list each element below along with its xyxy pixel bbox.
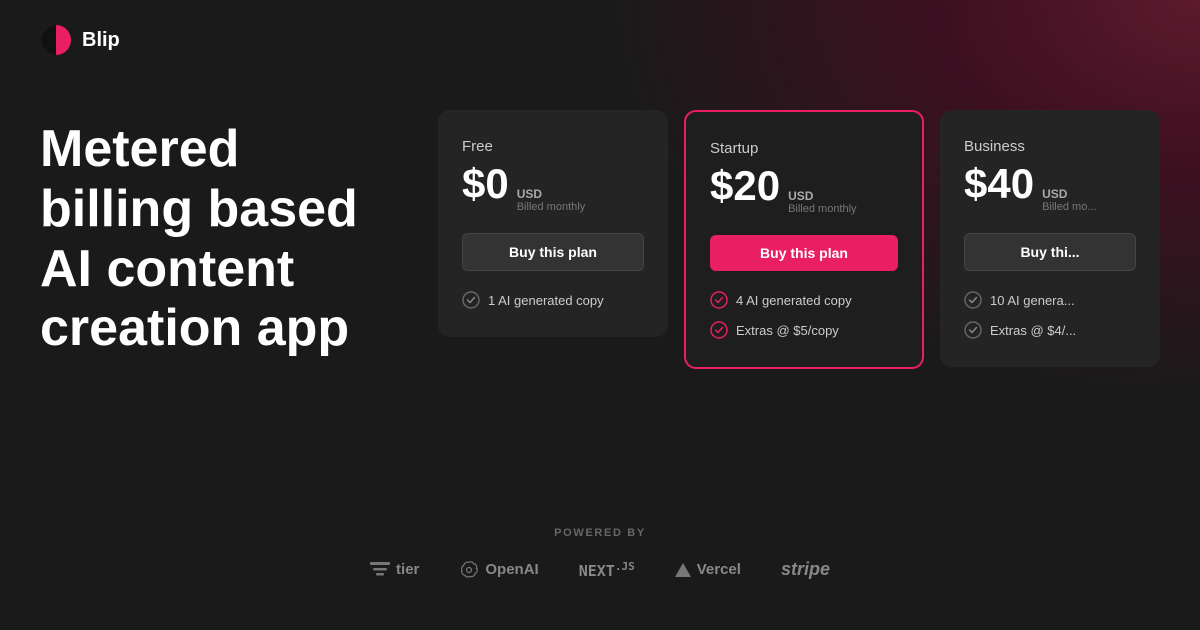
price-amount-free: $0 bbox=[462, 163, 509, 205]
pricing-card-startup: Startup $20 USD Billed monthly Buy this … bbox=[684, 110, 924, 369]
feature-list-free: 1 AI generated copy bbox=[462, 291, 644, 309]
price-currency-free: USD bbox=[517, 187, 585, 201]
price-billing-startup: Billed monthly bbox=[788, 203, 856, 215]
pricing-cards: Free $0 USD Billed monthly Buy this plan… bbox=[438, 110, 1160, 369]
app-name: Blip bbox=[82, 29, 120, 52]
header: Blip bbox=[0, 0, 1200, 80]
pricing-card-business: Business $40 USD Billed mo... Buy thi...… bbox=[940, 110, 1160, 367]
feature-item: 1 AI generated copy bbox=[462, 291, 644, 309]
price-currency-business: USD bbox=[1042, 187, 1096, 201]
hero-title: Metered billing based AI content creatio… bbox=[40, 120, 378, 359]
feature-text: 1 AI generated copy bbox=[488, 293, 604, 308]
brand-openai: OpenAI bbox=[459, 560, 538, 580]
feature-item: Extras @ $4/... bbox=[964, 321, 1136, 339]
powered-by-section: POWERED BY tier OpenAI NEXT.JS bbox=[0, 527, 1200, 580]
check-icon bbox=[964, 291, 982, 309]
price-currency-startup: USD bbox=[788, 189, 856, 203]
tier-label: tier bbox=[396, 561, 419, 578]
tier-icon bbox=[370, 562, 390, 578]
powered-by-logos: tier OpenAI NEXT.JS Vercel stripe bbox=[370, 559, 830, 580]
check-icon bbox=[710, 321, 728, 339]
price-row-free: $0 USD Billed monthly bbox=[462, 163, 644, 213]
feature-list-startup: 4 AI generated copy Extras @ $5/copy bbox=[710, 291, 898, 339]
feature-text: 4 AI generated copy bbox=[736, 293, 852, 308]
openai-icon bbox=[459, 560, 479, 580]
brand-vercel: Vercel bbox=[675, 561, 741, 578]
pricing-card-free: Free $0 USD Billed monthly Buy this plan… bbox=[438, 110, 668, 337]
check-icon bbox=[710, 291, 728, 309]
price-row-startup: $20 USD Billed monthly bbox=[710, 165, 898, 215]
price-meta-startup: USD Billed monthly bbox=[788, 189, 856, 215]
brand-nextjs: NEXT.JS bbox=[579, 560, 635, 580]
plan-name-business: Business bbox=[964, 138, 1136, 155]
feature-item: 4 AI generated copy bbox=[710, 291, 898, 309]
price-amount-startup: $20 bbox=[710, 165, 780, 207]
nextjs-label: NEXT.JS bbox=[579, 560, 635, 580]
buy-button-free[interactable]: Buy this plan bbox=[462, 233, 644, 271]
feature-text: 10 AI genera... bbox=[990, 293, 1075, 308]
check-icon bbox=[964, 321, 982, 339]
feature-text: Extras @ $5/copy bbox=[736, 323, 839, 338]
price-meta-free: USD Billed monthly bbox=[517, 187, 585, 213]
buy-button-business[interactable]: Buy thi... bbox=[964, 233, 1136, 271]
stripe-label: stripe bbox=[781, 559, 830, 580]
feature-list-business: 10 AI genera... Extras @ $4/... bbox=[964, 291, 1136, 339]
brand-tier: tier bbox=[370, 561, 419, 578]
blip-logo-icon bbox=[40, 24, 72, 56]
plan-name-free: Free bbox=[462, 138, 644, 155]
price-amount-business: $40 bbox=[964, 163, 1034, 205]
buy-button-startup[interactable]: Buy this plan bbox=[710, 235, 898, 271]
vercel-label: Vercel bbox=[697, 561, 741, 578]
feature-item: Extras @ $5/copy bbox=[710, 321, 898, 339]
brand-stripe: stripe bbox=[781, 559, 830, 580]
vercel-icon bbox=[675, 563, 691, 577]
powered-by-label: POWERED BY bbox=[554, 527, 646, 539]
check-icon bbox=[462, 291, 480, 309]
price-billing-free: Billed monthly bbox=[517, 201, 585, 213]
openai-label: OpenAI bbox=[485, 561, 538, 578]
price-meta-business: USD Billed mo... bbox=[1042, 187, 1096, 213]
main-content: Metered billing based AI content creatio… bbox=[0, 110, 1200, 369]
plan-name-startup: Startup bbox=[710, 140, 898, 157]
hero-section: Metered billing based AI content creatio… bbox=[40, 120, 378, 359]
price-billing-business: Billed mo... bbox=[1042, 201, 1096, 213]
feature-text: Extras @ $4/... bbox=[990, 323, 1076, 338]
feature-item: 10 AI genera... bbox=[964, 291, 1136, 309]
price-row-business: $40 USD Billed mo... bbox=[964, 163, 1136, 213]
